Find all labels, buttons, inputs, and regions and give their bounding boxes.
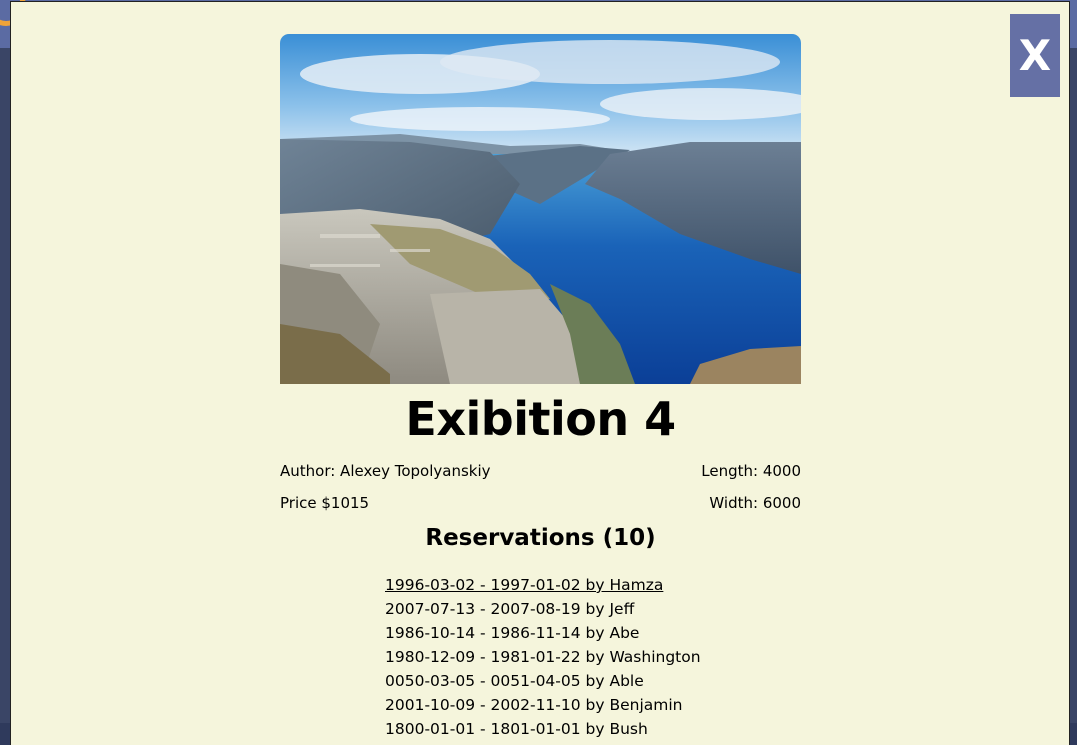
reservation-item: 1800-01-01 - 1801-01-01 by Bush — [385, 720, 648, 738]
exhibition-modal: X Exibition 4 Author: Alexey Topolyanski… — [10, 1, 1070, 745]
price-text: Price $1015 — [280, 494, 370, 512]
close-button[interactable]: X — [1010, 14, 1060, 97]
reservation-item[interactable]: 1996-03-02 - 1997-01-02 by Hamza — [385, 573, 701, 597]
exhibition-image — [280, 34, 801, 384]
meta-row-price-width: Price $1015 Width: 6000 — [280, 494, 801, 512]
reservation-item: 0050-03-05 - 0051-04-05 by Able — [385, 672, 644, 690]
length-text: Length: 4000 — [701, 462, 801, 480]
reservation-item: 1980-12-09 - 1981-01-22 by Washington — [385, 648, 701, 666]
author-text: Author: Alexey Topolyanskiy — [280, 462, 491, 480]
reservation-item: 2007-07-13 - 2007-08-19 by Jeff — [385, 600, 635, 618]
reservation-item: 2001-10-09 - 2002-11-10 by Benjamin — [385, 696, 683, 714]
meta-row-author-length: Author: Alexey Topolyanskiy Length: 4000 — [280, 462, 801, 480]
exhibition-title: Exibition 4 — [405, 392, 676, 446]
reservations-heading: Reservations (10) — [425, 525, 656, 551]
reservations-list: 1996-03-02 - 1997-01-02 by Hamza 2007-07… — [385, 573, 701, 741]
reservation-item: 1986-10-14 - 1986-11-14 by Abe — [385, 624, 640, 642]
width-text: Width: 6000 — [709, 494, 801, 512]
